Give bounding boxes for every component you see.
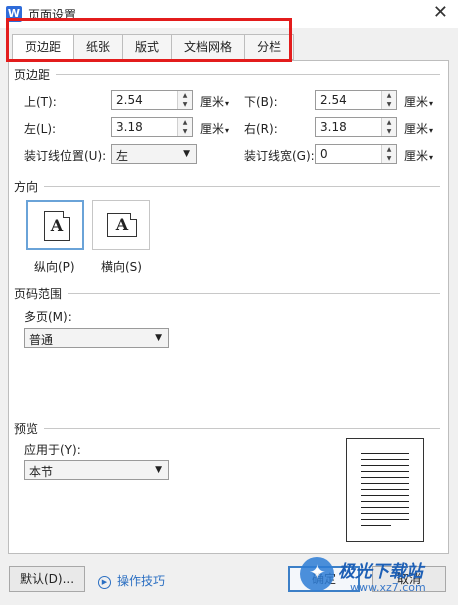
gutter-position-value[interactable]: 左	[116, 147, 128, 164]
landscape-option[interactable]: A	[92, 200, 150, 250]
default-button[interactable]: 默认(D)...	[9, 566, 85, 592]
landscape-page-icon: A	[107, 213, 137, 237]
gutter-width-unit[interactable]: 厘米▾	[404, 147, 433, 164]
spin-up-icon[interactable]: ▲	[382, 91, 396, 100]
page-range-divider	[68, 293, 440, 294]
bottom-margin-label: 下(B):	[244, 95, 278, 109]
play-icon: ▶	[98, 576, 111, 589]
bottom-margin-unit[interactable]: 厘米▾	[404, 93, 433, 110]
preview-text-line	[361, 519, 409, 520]
multiple-pages-label: 多页(M):	[24, 310, 72, 324]
preview-text-line	[361, 495, 409, 496]
dropdown-arrow-icon: ▼	[155, 333, 162, 343]
multiple-pages-dropdown[interactable]: 普通 ▼	[24, 328, 169, 348]
portrait-option[interactable]: A	[26, 200, 84, 250]
left-margin-unit[interactable]: 厘米▾	[200, 120, 229, 137]
chevron-down-icon: ▾	[225, 99, 230, 108]
right-margin-label: 右(R):	[244, 122, 278, 136]
watermark: ✦ 极光下载站 www.xz7.com	[280, 553, 458, 605]
dropdown-arrow-icon: ▼	[155, 465, 162, 475]
tab-highlight-annotation	[6, 18, 292, 62]
preview-text-line	[361, 453, 409, 454]
tips-link[interactable]: ▶ 操作技巧	[98, 572, 165, 589]
bottom-margin-value[interactable]: 2.54	[320, 93, 347, 107]
multiple-pages-value[interactable]: 普通	[29, 331, 53, 348]
apply-to-value[interactable]: 本节	[29, 463, 53, 480]
preview-text-line	[361, 483, 409, 484]
gutter-position-label: 装订线位置(U):	[24, 149, 107, 163]
spin-down-icon[interactable]: ▼	[178, 100, 192, 109]
spin-arrows[interactable]: ▲ ▼	[177, 118, 192, 136]
portrait-label[interactable]: 纵向(P)	[34, 258, 75, 275]
chevron-down-icon: ▾	[429, 153, 434, 162]
watermark-brand: 极光下载站	[338, 562, 423, 582]
top-margin-unit[interactable]: 厘米▾	[200, 93, 229, 110]
top-margin-spinner[interactable]: 2.54 ▲ ▼	[111, 90, 193, 110]
preview-text-line	[361, 465, 409, 466]
preview-text-line	[361, 507, 409, 508]
gutter-width-value[interactable]: 0	[320, 147, 328, 161]
top-margin-label: 上(T):	[24, 95, 57, 109]
left-margin-spinner[interactable]: 3.18 ▲ ▼	[111, 117, 193, 137]
margins-section-label: 页边距	[14, 68, 51, 82]
spin-up-icon[interactable]: ▲	[382, 118, 396, 127]
preview-section-label: 预览	[14, 422, 39, 436]
page-preview	[346, 438, 424, 542]
right-margin-unit[interactable]: 厘米▾	[404, 120, 433, 137]
chevron-down-icon: ▾	[225, 126, 230, 135]
spin-arrows[interactable]: ▲ ▼	[381, 91, 396, 109]
close-icon[interactable]: ✕	[433, 3, 448, 23]
right-margin-spinner[interactable]: 3.18 ▲ ▼	[315, 117, 397, 137]
left-margin-label: 左(L):	[24, 122, 57, 136]
page-setup-dialog: W 页面设置 ✕ 页边距 纸张 版式 文档网格 分栏 页边距 上(T): 2.5…	[0, 0, 458, 605]
landscape-label[interactable]: 横向(S)	[101, 258, 142, 275]
spin-up-icon[interactable]: ▲	[178, 118, 192, 127]
preview-text-line	[361, 459, 409, 460]
spin-down-icon[interactable]: ▼	[178, 127, 192, 136]
preview-text-line	[361, 525, 391, 526]
apply-to-dropdown[interactable]: 本节 ▼	[24, 460, 169, 480]
spin-up-icon[interactable]: ▲	[382, 145, 396, 154]
chevron-down-icon: ▾	[429, 99, 434, 108]
preview-text-line	[361, 489, 409, 490]
watermark-logo-icon: ✦	[300, 557, 334, 591]
gutter-position-dropdown[interactable]: 左 ▼	[111, 144, 197, 164]
chevron-down-icon: ▾	[429, 126, 434, 135]
apply-to-label: 应用于(Y):	[24, 443, 81, 457]
orientation-divider	[44, 186, 440, 187]
watermark-url: www.xz7.com	[350, 581, 426, 594]
portrait-page-icon: A	[44, 211, 70, 241]
spin-down-icon[interactable]: ▼	[382, 127, 396, 136]
gutter-width-label: 装订线宽(G):	[244, 149, 315, 163]
top-margin-value[interactable]: 2.54	[116, 93, 143, 107]
right-margin-value[interactable]: 3.18	[320, 120, 347, 134]
page-range-section-label: 页码范围	[14, 287, 63, 301]
left-margin-value[interactable]: 3.18	[116, 120, 143, 134]
preview-text-line	[361, 477, 409, 478]
spin-arrows[interactable]: ▲ ▼	[381, 145, 396, 163]
spin-arrows[interactable]: ▲ ▼	[381, 118, 396, 136]
spin-arrows[interactable]: ▲ ▼	[177, 91, 192, 109]
margins-divider	[56, 74, 440, 75]
spin-down-icon[interactable]: ▼	[382, 154, 396, 163]
preview-divider	[44, 428, 440, 429]
preview-text-line	[361, 513, 409, 514]
spin-down-icon[interactable]: ▼	[382, 100, 396, 109]
preview-text-line	[361, 471, 409, 472]
dropdown-arrow-icon: ▼	[183, 149, 190, 159]
preview-text-line	[361, 501, 409, 502]
gutter-width-spinner[interactable]: 0 ▲ ▼	[315, 144, 397, 164]
spin-up-icon[interactable]: ▲	[178, 91, 192, 100]
orientation-section-label: 方向	[14, 180, 39, 194]
bottom-margin-spinner[interactable]: 2.54 ▲ ▼	[315, 90, 397, 110]
